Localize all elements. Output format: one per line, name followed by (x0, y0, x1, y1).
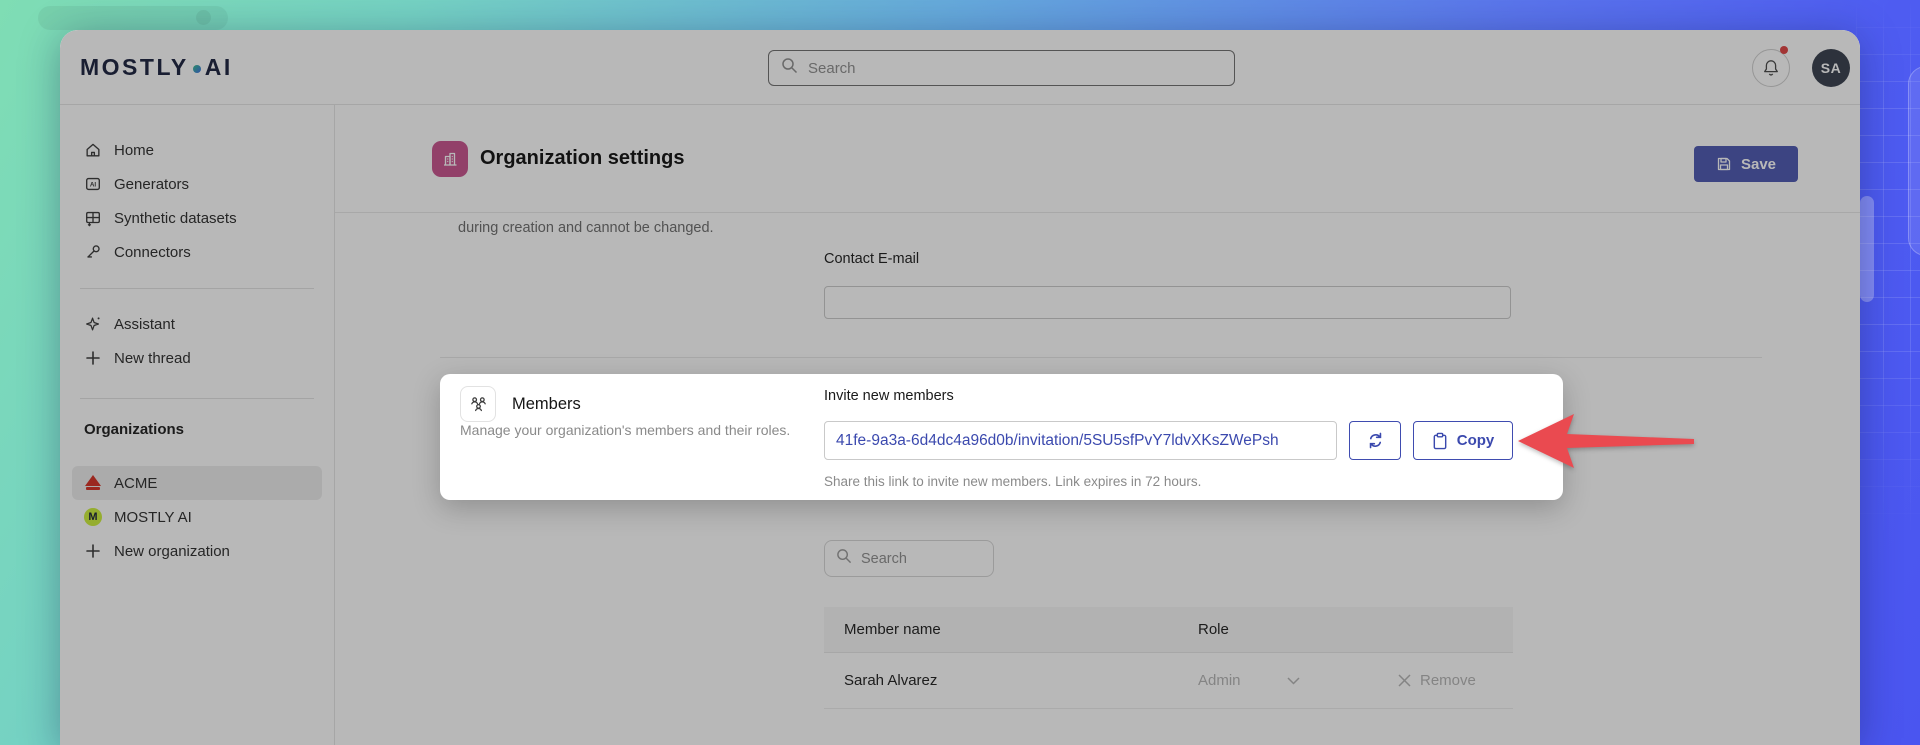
members-icon-box (460, 386, 496, 422)
background-decoration (1908, 66, 1920, 256)
members-section-card: Members Manage your organization's membe… (440, 374, 1563, 500)
clipboard-icon (1433, 432, 1447, 449)
members-card-description: Manage your organization's members and t… (460, 422, 791, 438)
refresh-icon (1369, 432, 1381, 449)
regenerate-link-button[interactable] (1349, 421, 1401, 460)
annotation-arrow (1518, 414, 1694, 468)
screen: MOSTLY AI SA (0, 0, 1920, 745)
background-decoration (1860, 196, 1874, 302)
invite-link-field[interactable] (824, 421, 1337, 460)
members-icon (470, 396, 486, 411)
invite-new-members-label: Invite new members (824, 388, 954, 404)
copy-button-label: Copy (1456, 432, 1495, 449)
invite-link-helper-text: Share this link to invite new members. L… (824, 474, 1202, 489)
members-card-title: Members (512, 395, 581, 413)
copy-link-button[interactable]: Copy (1413, 421, 1513, 460)
faded-background-toolbar (38, 6, 228, 30)
